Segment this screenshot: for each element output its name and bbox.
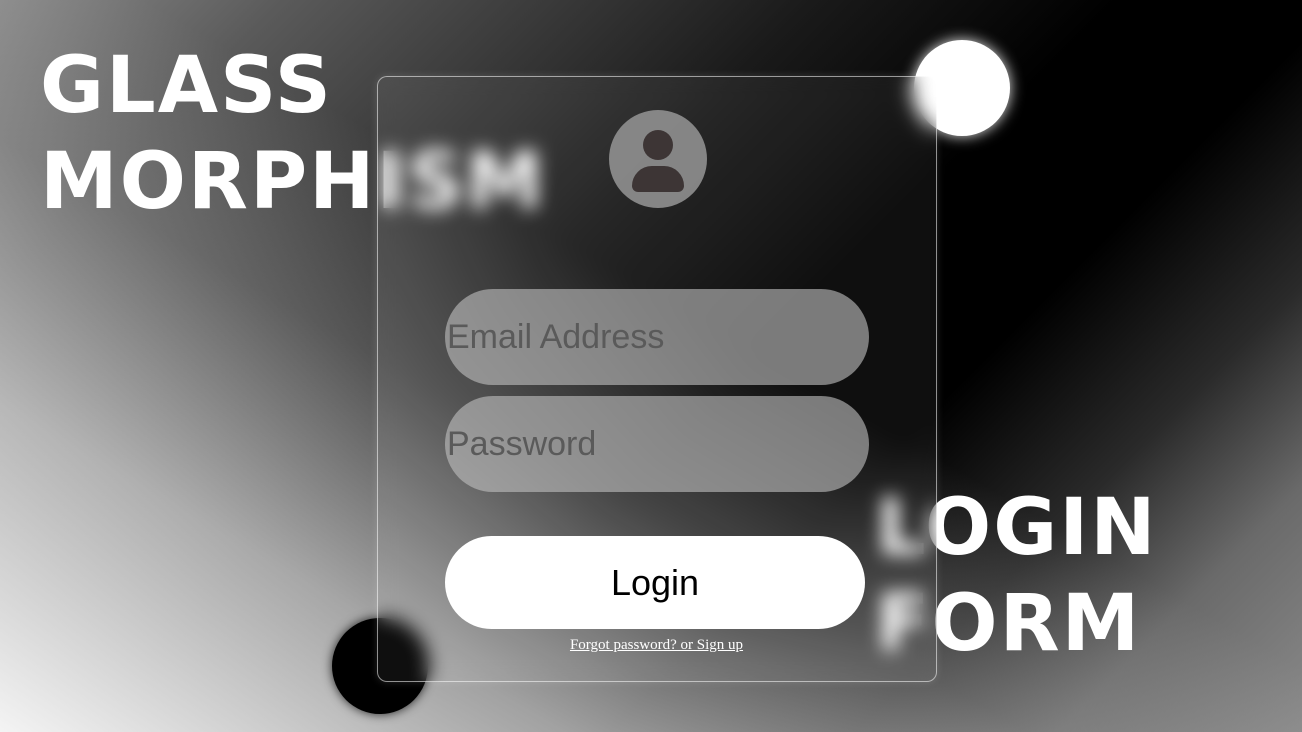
forgot-password-signup-link[interactable]: Forgot password? or Sign up bbox=[378, 637, 935, 654]
password-field[interactable]: Password bbox=[445, 396, 869, 492]
login-card: Email Address Password Login Forgot pass… bbox=[377, 76, 937, 682]
avatar-head bbox=[643, 130, 673, 160]
user-avatar-icon bbox=[609, 110, 707, 208]
password-placeholder: Password bbox=[447, 424, 597, 463]
avatar-body bbox=[632, 166, 684, 192]
email-field[interactable]: Email Address bbox=[445, 289, 869, 385]
login-button[interactable]: Login bbox=[445, 536, 865, 629]
email-placeholder: Email Address bbox=[447, 317, 665, 356]
